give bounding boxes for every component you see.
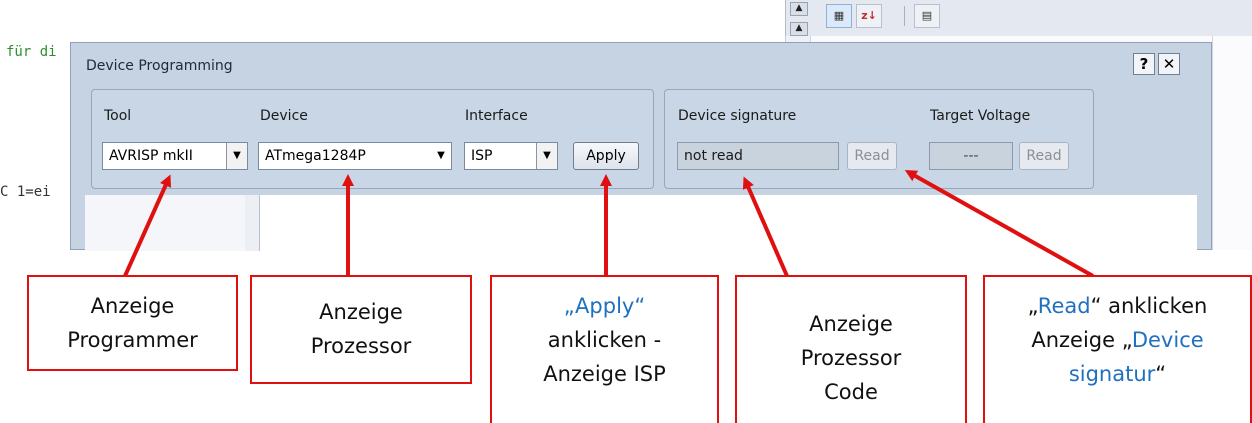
categorized-icon[interactable]: ▦ (826, 4, 852, 28)
target-voltage-field: --- (929, 142, 1013, 170)
interface-select[interactable]: ISP ▼ (464, 142, 558, 170)
interface-select-value: ISP (471, 148, 493, 164)
device-select-value: ATmega1284P (265, 148, 366, 164)
close-button[interactable]: ✕ (1158, 53, 1180, 75)
apply-button[interactable]: Apply (573, 142, 639, 170)
device-select[interactable]: ATmega1284P ▼ (258, 142, 452, 170)
callout-apply: „Apply“ anklicken - Anzeige ISP (490, 275, 719, 423)
dialog-title: Device Programming (86, 58, 233, 74)
dialog-content-area (85, 195, 1197, 251)
chevron-down-icon: ▼ (536, 143, 557, 169)
spin-down-icon[interactable]: ▲ (790, 22, 808, 36)
spin-up-icon[interactable]: ▲ (790, 2, 808, 16)
target-voltage-label: Target Voltage (930, 108, 1031, 124)
callout-programmer: Anzeige Programmer (27, 275, 238, 371)
toolbar-separator (904, 6, 905, 26)
device-signature-field: not read (677, 142, 839, 170)
device-programming-dialog: Device Programming ? ✕ Tool AVRISP mkII … (70, 42, 1212, 251)
tool-label: Tool (104, 108, 132, 124)
callout-read: „Read“ anklicken Anzeige „Device signatu… (983, 275, 1252, 423)
tool-device-interface-group: Tool AVRISP mkII ▼ Device ATmega1284P ▼ … (91, 89, 654, 189)
device-signature-label: Device signature (678, 108, 797, 124)
callout-prozessor-code: Anzeige Prozessor Code (735, 275, 967, 423)
read-voltage-button[interactable]: Read (1019, 142, 1069, 170)
code-line-1: für di (6, 44, 57, 60)
chevron-down-icon: ▼ (437, 150, 445, 161)
device-label: Device (260, 108, 308, 124)
read-signature-button[interactable]: Read (847, 142, 897, 170)
property-pages-icon[interactable]: ▤ (914, 4, 940, 28)
callout-prozessor: Anzeige Prozessor (250, 275, 472, 384)
chevron-down-icon: ▼ (226, 143, 247, 169)
sort-az-icon[interactable]: z↓ (856, 4, 882, 28)
tool-select-value: AVRISP mkII (109, 148, 193, 164)
help-button[interactable]: ? (1133, 53, 1155, 75)
tool-select[interactable]: AVRISP mkII ▼ (102, 142, 248, 170)
signature-voltage-group: Device signature not read Read Target Vo… (664, 89, 1094, 189)
code-line-2: C 1=ei (0, 184, 51, 200)
interface-label: Interface (465, 108, 528, 124)
